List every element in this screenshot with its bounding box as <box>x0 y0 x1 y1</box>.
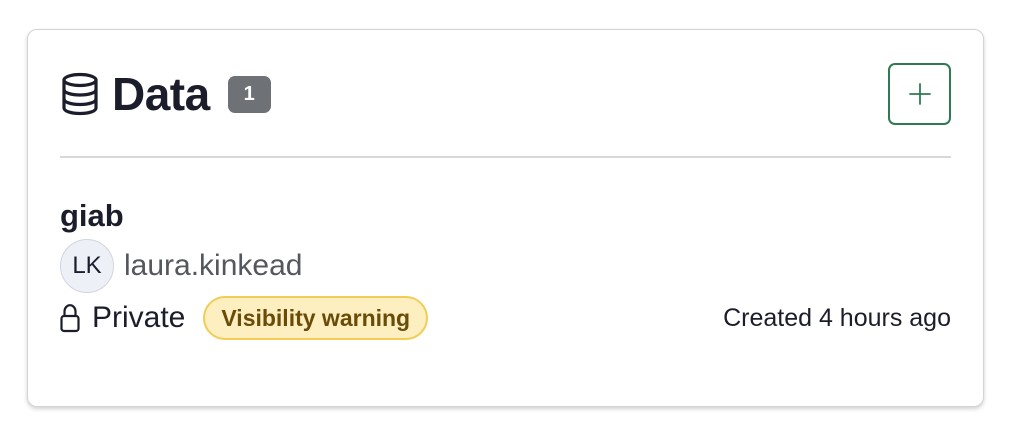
visibility-warning-badge[interactable]: Visibility warning <box>203 296 429 340</box>
page-title: Data <box>112 68 210 120</box>
add-data-button[interactable] <box>888 63 951 125</box>
dataset-name-link[interactable]: giab <box>60 198 124 234</box>
meta-row: Private Visibility warning Created 4 hou… <box>60 296 951 340</box>
data-card: Data 1 giab LK laura.kinkead Private Vis… <box>27 29 984 407</box>
header-divider <box>60 156 951 158</box>
count-badge: 1 <box>227 75 271 113</box>
created-timestamp: Created 4 hours ago <box>723 303 951 332</box>
card-header: Data 1 <box>60 62 951 126</box>
database-icon <box>60 72 100 116</box>
owner-row: LK laura.kinkead <box>60 238 302 294</box>
title-group: Data 1 <box>60 71 271 117</box>
plus-icon <box>908 82 932 106</box>
owner-username[interactable]: laura.kinkead <box>124 249 302 283</box>
privacy-label: Private <box>92 301 186 334</box>
lock-icon <box>60 303 80 333</box>
visibility-info: Private Visibility warning <box>60 296 429 340</box>
avatar: LK <box>60 239 114 293</box>
